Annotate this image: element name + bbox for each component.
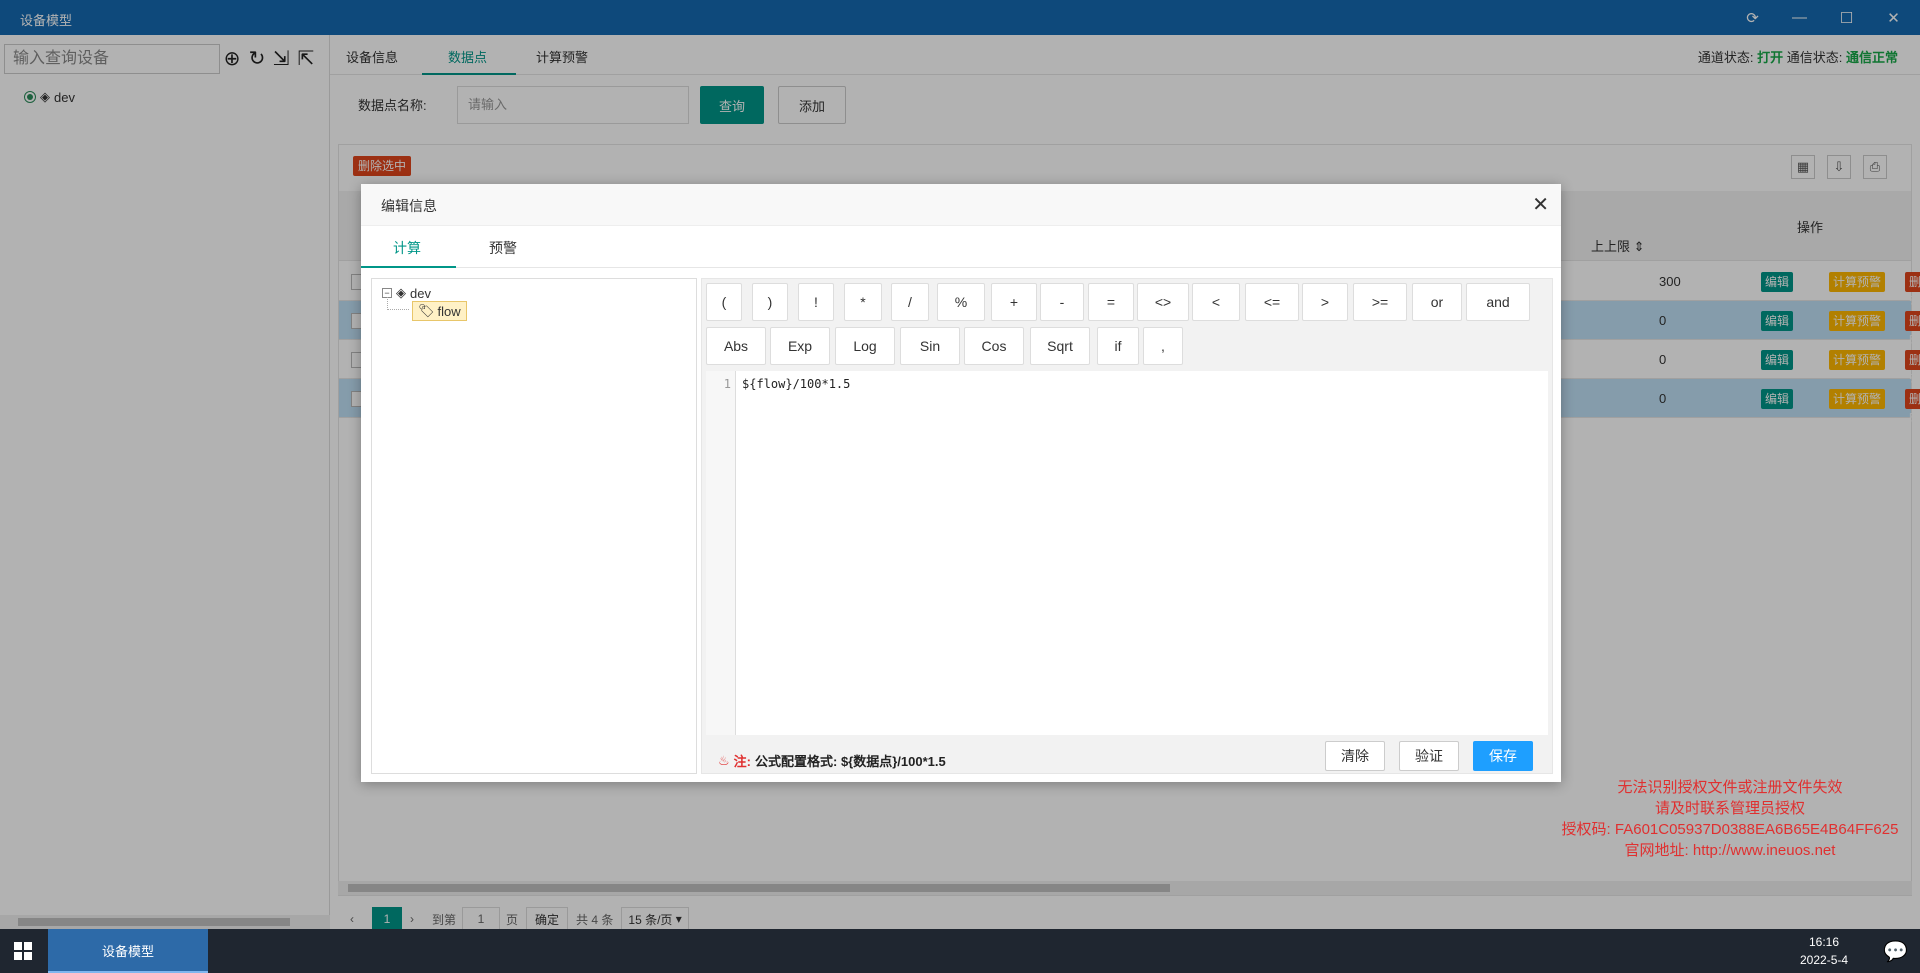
formula-text[interactable]: ${flow}/100*1.5 bbox=[742, 377, 850, 391]
function-button[interactable]: Abs bbox=[706, 327, 766, 365]
tree-node-label: dev bbox=[410, 285, 431, 301]
operator-button[interactable]: < bbox=[1192, 283, 1240, 321]
operator-button[interactable]: ) bbox=[752, 283, 788, 321]
note-text: 公式配置格式: ${数据点}/100*1.5 bbox=[755, 754, 946, 769]
system-clock[interactable]: 16:16 2022-5-4 bbox=[1800, 933, 1848, 969]
tree-connector bbox=[387, 297, 409, 310]
operator-button[interactable]: = bbox=[1088, 283, 1134, 321]
license-watermark: 无法识别授权文件或注册文件失效 请及时联系管理员授权 授权码: FA601C05… bbox=[1500, 777, 1920, 861]
operator-button[interactable]: or bbox=[1412, 283, 1462, 321]
tab-calculate[interactable]: 计算 bbox=[393, 238, 421, 258]
tag-icon: 🏷 bbox=[418, 303, 435, 318]
close-icon[interactable]: ✕ bbox=[1532, 192, 1549, 217]
operator-button[interactable]: / bbox=[891, 283, 929, 321]
taskbar: 设备模型 16:16 2022-5-4 💬 bbox=[0, 929, 1920, 973]
function-button[interactable]: Cos bbox=[964, 327, 1024, 365]
line-gutter: 1 bbox=[706, 371, 736, 735]
operator-button[interactable]: > bbox=[1302, 283, 1348, 321]
formula-code-area[interactable]: 1 ${flow}/100*1.5 bbox=[706, 371, 1548, 735]
verify-button[interactable]: 验证 bbox=[1399, 741, 1459, 771]
function-button[interactable]: Log bbox=[835, 327, 895, 365]
function-button[interactable]: Sin bbox=[900, 327, 960, 365]
clock-date: 2022-5-4 bbox=[1800, 953, 1849, 967]
watermark-line: 无法识别授权文件或注册文件失效 bbox=[1617, 779, 1843, 796]
line-number: 1 bbox=[723, 377, 731, 391]
operator-button[interactable]: - bbox=[1040, 283, 1084, 321]
format-note: ♨ 注: 公式配置格式: ${数据点}/100*1.5 bbox=[718, 751, 946, 770]
edit-dialog: 编辑信息 ✕ 计算 预警 − ◈ dev 🏷 flow ( ) ! * / % … bbox=[361, 184, 1561, 782]
operator-button[interactable]: ( bbox=[706, 283, 742, 321]
function-button[interactable]: , bbox=[1143, 327, 1183, 365]
watermark-line: 请及时联系管理员授权 bbox=[1654, 800, 1805, 817]
operator-button[interactable]: <= bbox=[1245, 283, 1299, 321]
note-prefix: 注: bbox=[733, 754, 751, 769]
active-tab-indicator bbox=[361, 266, 456, 268]
notification-icon[interactable]: 💬 bbox=[1883, 939, 1908, 964]
windows-start-icon[interactable] bbox=[0, 929, 46, 973]
tree-node-flow[interactable]: 🏷 flow bbox=[412, 301, 467, 321]
clear-button[interactable]: 清除 bbox=[1325, 741, 1385, 771]
operator-button[interactable]: <> bbox=[1137, 283, 1189, 321]
function-button[interactable]: Sqrt bbox=[1030, 327, 1090, 365]
operator-button[interactable]: % bbox=[937, 283, 985, 321]
formula-editor: ( ) ! * / % + - = <> < <= > >= or and Ab… bbox=[701, 278, 1553, 774]
watermark-line: 授权码: FA601C05937D0388EA6B65E4B64FF625 bbox=[1561, 821, 1899, 838]
operator-button[interactable]: ! bbox=[798, 283, 834, 321]
operator-button[interactable]: + bbox=[991, 283, 1037, 321]
operator-button[interactable]: >= bbox=[1353, 283, 1407, 321]
clock-time: 16:16 bbox=[1809, 935, 1840, 949]
tree-node-label: flow bbox=[437, 303, 461, 319]
watermark-line: 官网地址: http://www.ineuos.net bbox=[1624, 842, 1836, 859]
flame-icon: ♨ bbox=[718, 752, 730, 768]
dialog-header: 编辑信息 ✕ bbox=[361, 184, 1561, 226]
function-button[interactable]: Exp bbox=[770, 327, 830, 365]
tab-warning[interactable]: 预警 bbox=[489, 238, 517, 258]
operator-button[interactable]: * bbox=[844, 283, 882, 321]
save-button[interactable]: 保存 bbox=[1473, 741, 1533, 771]
dialog-title: 编辑信息 bbox=[381, 198, 437, 214]
data-point-tree: − ◈ dev 🏷 flow bbox=[371, 278, 697, 774]
dialog-tabs: 计算 预警 bbox=[361, 226, 1561, 268]
operator-button[interactable]: and bbox=[1466, 283, 1530, 321]
function-button[interactable]: if bbox=[1097, 327, 1139, 365]
taskbar-app-button[interactable]: 设备模型 bbox=[48, 929, 208, 973]
